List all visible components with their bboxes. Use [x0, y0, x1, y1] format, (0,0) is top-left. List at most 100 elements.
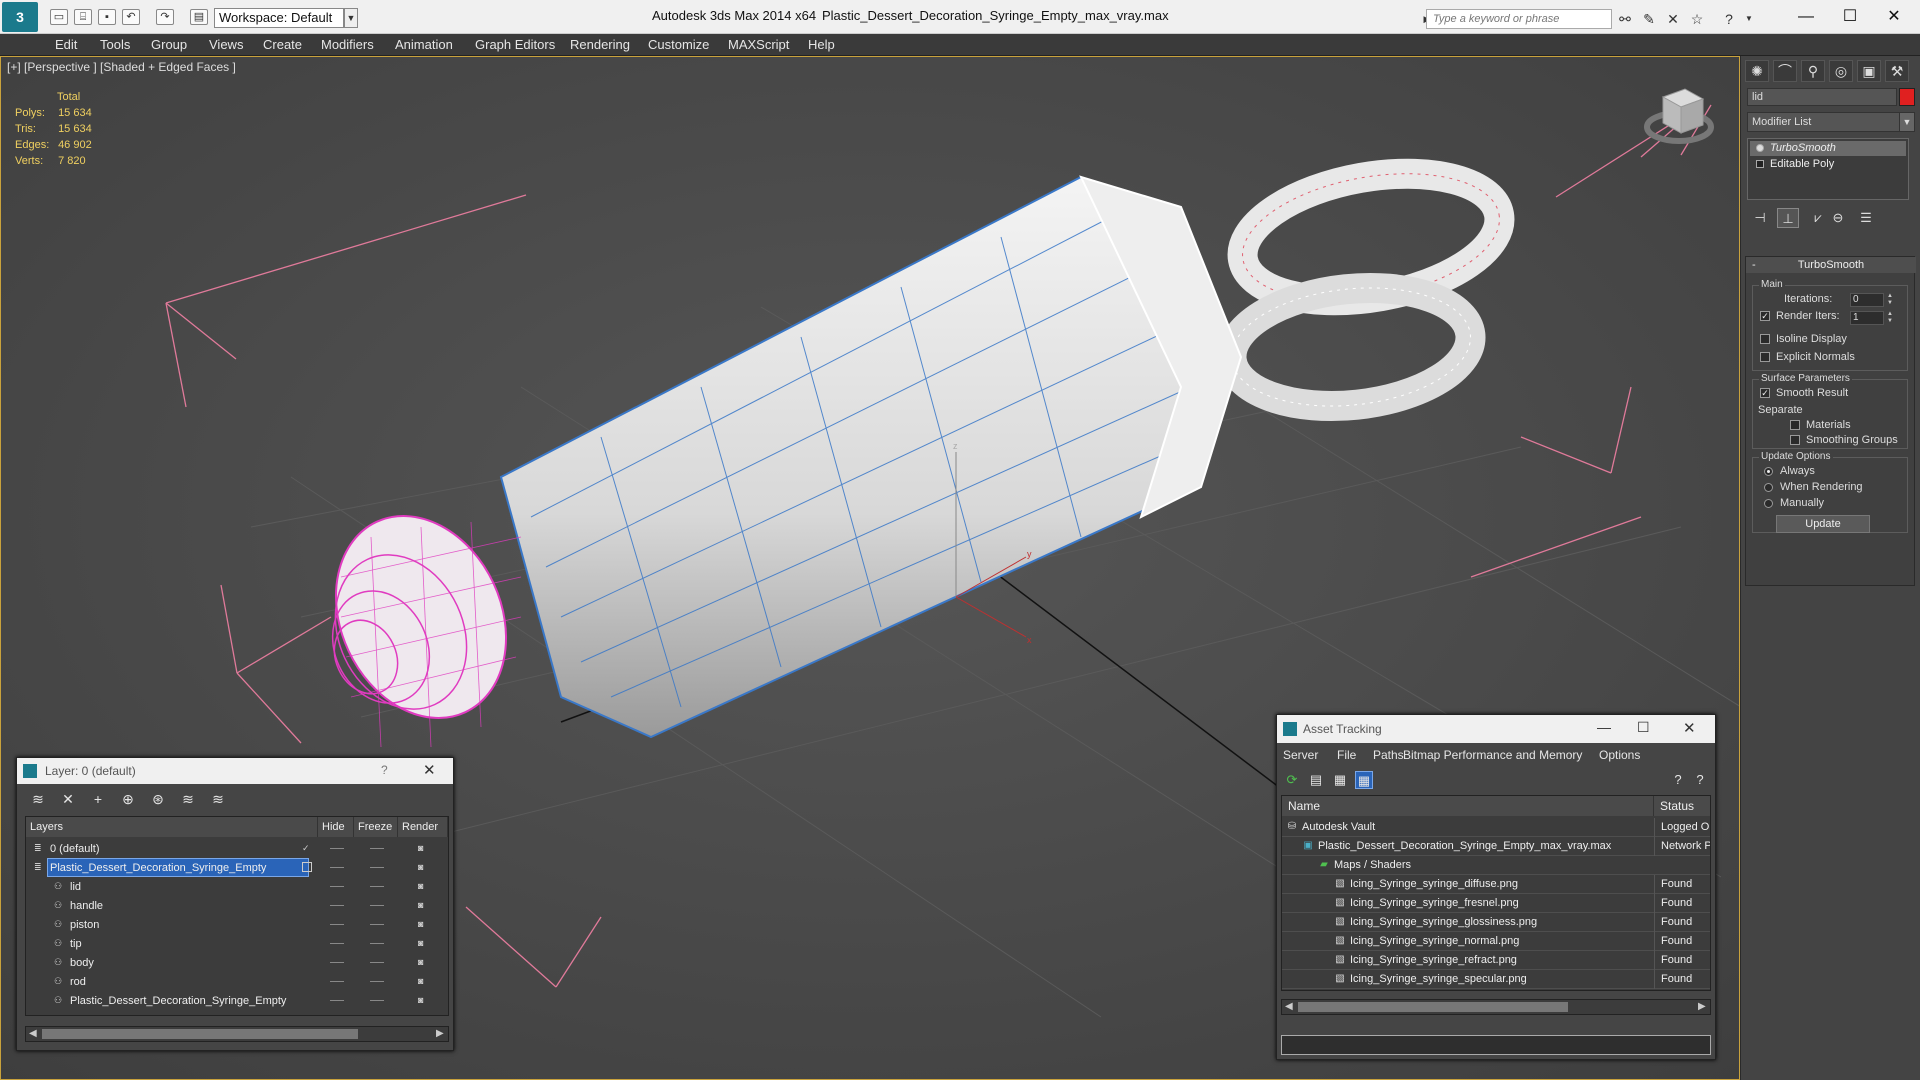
hide-toggle[interactable] [330, 981, 344, 982]
hide-all-icon[interactable]: ≋ [179, 790, 197, 808]
asset-menu-server[interactable]: Server [1283, 748, 1318, 762]
show-end-result-icon[interactable]: ⊥ [1777, 208, 1799, 228]
subscription-icon[interactable]: ✎ [1640, 10, 1658, 28]
create-tab-sun-icon[interactable]: ✺ [1745, 60, 1769, 82]
table-view-icon[interactable]: ▦ [1355, 771, 1373, 789]
asset-horizontal-scrollbar[interactable]: ◀ ▶ [1281, 999, 1711, 1015]
layer-row-name[interactable]: piston [68, 916, 99, 933]
layer-row[interactable]: ≣ Plastic_Dessert_Decoration_Syringe_Empt… [26, 858, 448, 877]
help-icon[interactable]: ? [381, 763, 388, 777]
lightbulb-icon[interactable] [1756, 144, 1764, 152]
menu-views[interactable]: Views [209, 37, 243, 52]
stack-item-turbosmooth[interactable]: TurboSmooth [1750, 141, 1906, 156]
freeze-toggle[interactable] [370, 867, 384, 868]
modifier-list-dropdown[interactable]: Modifier List [1747, 112, 1905, 132]
render-teapot-icon[interactable]: ◙ [418, 958, 430, 967]
help-icon[interactable]: ? [1720, 10, 1738, 28]
menu-create[interactable]: Create [263, 37, 302, 52]
update-button[interactable]: Update [1776, 515, 1870, 533]
always-radio[interactable] [1764, 467, 1773, 476]
hide-toggle[interactable] [330, 886, 344, 887]
hide-toggle[interactable] [330, 905, 344, 906]
freeze-toggle[interactable] [370, 886, 384, 887]
maximize-icon[interactable]: ☐ [1830, 4, 1870, 30]
spinner-arrows-icon[interactable]: ▲ ▼ [1886, 293, 1894, 307]
render-teapot-icon[interactable]: ◙ [418, 920, 430, 929]
workspace-dropdown[interactable]: Workspace: Default [214, 8, 344, 28]
asset-menu-bitmap-performance[interactable]: Bitmap Performance and Memory [1403, 748, 1582, 762]
favorites-star-icon[interactable]: ☆ [1688, 10, 1706, 28]
close-icon[interactable]: ✕ [1683, 719, 1696, 737]
asset-row[interactable]: ▰ Maps / Shaders [1282, 856, 1710, 875]
scroll-left-icon[interactable]: ◀ [1285, 1001, 1293, 1012]
layer-row[interactable]: ≣ 0 (default) ✓ ◙ [26, 839, 448, 858]
create-layer-icon[interactable]: ≋ [29, 790, 47, 808]
layer-row-name[interactable]: 0 (default) [48, 840, 100, 857]
layer-dialog-titlebar[interactable]: Layer: 0 (default) ? ✕ [17, 758, 453, 784]
asset-row[interactable]: ▧ Icing_Syringe_syringe_fresnel.png Found [1282, 894, 1710, 913]
minimize-icon[interactable]: — [1786, 4, 1826, 30]
asset-path-field[interactable] [1281, 1035, 1711, 1055]
render-teapot-icon[interactable]: ◙ [418, 844, 430, 853]
minimize-icon[interactable]: — [1597, 719, 1611, 735]
layer-row-name[interactable]: tip [68, 935, 82, 952]
scroll-right-icon[interactable]: ▶ [1698, 1001, 1706, 1012]
freeze-all-icon[interactable]: ≋ [209, 790, 227, 808]
redo-icon[interactable]: ↷ [156, 9, 174, 25]
layer-row-name[interactable]: handle [68, 897, 103, 914]
object-name-field[interactable]: lid [1747, 88, 1897, 106]
pin-stack-icon[interactable]: ⊣ [1749, 208, 1771, 228]
explicit-normals-checkbox[interactable] [1760, 352, 1770, 362]
menu-rendering[interactable]: Rendering [570, 37, 630, 52]
col-hide[interactable]: Hide [318, 817, 354, 837]
layer-horizontal-scrollbar[interactable]: ◀ ▶ [25, 1026, 449, 1042]
rollout-title[interactable]: - TurboSmooth [1746, 257, 1916, 273]
col-name[interactable]: Name [1282, 796, 1654, 816]
render-iters-checkbox[interactable]: ✓ [1760, 311, 1770, 321]
help-dropdown-icon[interactable]: ▼ [1740, 10, 1758, 28]
add-to-layer-icon[interactable]: + [89, 790, 107, 808]
asset-menu-paths[interactable]: Paths [1373, 748, 1404, 762]
layer-object-row[interactable]: ⚇ piston ◙ [26, 915, 448, 934]
hide-toggle[interactable] [330, 924, 344, 925]
chevron-down-icon[interactable]: ▼ [1899, 112, 1915, 132]
remove-modifier-icon[interactable]: ⊖ [1827, 208, 1849, 228]
layer-object-row[interactable]: ⚇ Plastic_Dessert_Decoration_Syringe_Empt… [26, 991, 448, 1010]
asset-row[interactable]: ▧ Icing_Syringe_syringe_glossiness.png Fou… [1282, 913, 1710, 932]
menu-graph-editors[interactable]: Graph Editors [475, 37, 555, 52]
hide-toggle[interactable] [330, 848, 344, 849]
current-layer-check-icon[interactable]: ✓ [302, 843, 312, 853]
layer-row-name[interactable]: lid [68, 878, 81, 895]
col-status[interactable]: Status [1654, 796, 1710, 816]
render-teapot-icon[interactable]: ◙ [418, 996, 430, 1005]
render-teapot-icon[interactable]: ◙ [418, 977, 430, 986]
render-teapot-icon[interactable]: ◙ [418, 939, 430, 948]
menu-help[interactable]: Help [808, 37, 835, 52]
layer-row-name[interactable]: Plastic_Dessert_Decoration_Syringe_Empty [47, 858, 309, 877]
freeze-toggle[interactable] [370, 924, 384, 925]
undo-icon[interactable]: ↶ [122, 9, 140, 25]
make-unique-icon[interactable]: ⩗ [1807, 208, 1829, 228]
layer-object-row[interactable]: ⚇ body ◙ [26, 953, 448, 972]
save-file-icon[interactable]: ▪ [98, 9, 116, 25]
asset-menu-file[interactable]: File [1337, 748, 1356, 762]
render-teapot-icon[interactable]: ◙ [418, 901, 430, 910]
layer-row-name[interactable]: body [68, 954, 94, 971]
isoline-display-checkbox[interactable] [1760, 334, 1770, 344]
scroll-thumb[interactable] [42, 1029, 358, 1039]
spinner-arrows-icon[interactable]: ▲ ▼ [1886, 311, 1894, 325]
configure-modifier-sets-icon[interactable]: ☰ [1855, 208, 1877, 228]
viewport-label-menu[interactable]: [+] [Perspective ] [Shaded + Edged Faces… [7, 60, 236, 74]
asset-dialog-titlebar[interactable]: Asset Tracking — ☐ ✕ [1277, 715, 1715, 743]
manually-radio[interactable] [1764, 499, 1773, 508]
object-color-swatch[interactable] [1899, 88, 1915, 106]
layer-object-row[interactable]: ⚇ rod ◙ [26, 972, 448, 991]
col-freeze[interactable]: Freeze [354, 817, 398, 837]
when-rendering-radio[interactable] [1764, 483, 1773, 492]
scroll-right-icon[interactable]: ▶ [436, 1028, 444, 1039]
hide-toggle[interactable] [330, 1000, 344, 1001]
chevron-down-icon[interactable]: ▼ [344, 8, 358, 28]
smooth-result-checkbox[interactable]: ✓ [1760, 388, 1770, 398]
project-folder-icon[interactable]: ▤ [190, 9, 208, 25]
freeze-toggle[interactable] [370, 1000, 384, 1001]
